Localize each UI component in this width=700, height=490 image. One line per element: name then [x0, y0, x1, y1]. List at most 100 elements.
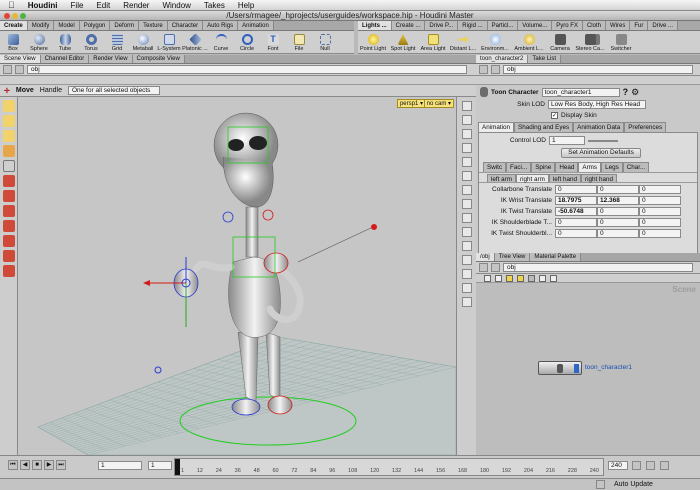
- tab-shading-eyes[interactable]: Shading and Eyes: [514, 122, 574, 132]
- shading-mode-icon[interactable]: [461, 115, 472, 125]
- environment-light-tool[interactable]: Environm...: [478, 31, 512, 53]
- tab-toon-character2[interactable]: toon_character2: [476, 55, 529, 63]
- tab-animation[interactable]: Animation: [478, 122, 515, 132]
- circle-tool[interactable]: Circle: [234, 31, 260, 53]
- display-points-icon[interactable]: [461, 143, 472, 153]
- shelf-tab-particles[interactable]: Particl...: [487, 21, 519, 30]
- tab-composite-view[interactable]: Composite View: [132, 55, 185, 63]
- magnet-tool-icon[interactable]: [2, 265, 15, 277]
- grid-toggle-icon[interactable]: [461, 269, 472, 279]
- shelf-tab-drive-p[interactable]: Drive P...: [425, 21, 459, 30]
- menu-window[interactable]: Window: [162, 1, 190, 10]
- tab-left-hand[interactable]: left hand: [548, 174, 582, 183]
- param-back-icon[interactable]: [479, 65, 488, 74]
- net-back-icon[interactable]: [479, 263, 488, 272]
- network-sticky-icon[interactable]: [550, 274, 557, 282]
- lock-camera-icon[interactable]: [461, 101, 472, 111]
- timeline-options-icon[interactable]: [632, 461, 641, 470]
- tab-arms[interactable]: Arms: [578, 162, 602, 172]
- pose-tool-icon[interactable]: [2, 220, 15, 232]
- skin-lod-select[interactable]: Low Res Body, High Res Head: [548, 100, 646, 109]
- control-lod-field[interactable]: 1: [549, 136, 585, 145]
- menu-edit[interactable]: Edit: [96, 1, 110, 10]
- shelf-tab-create[interactable]: Create: [0, 21, 28, 30]
- menu-takes[interactable]: Takes: [204, 1, 225, 10]
- shelf-tab-auto-rigs[interactable]: Auto Rigs: [203, 21, 239, 30]
- param-forward-icon[interactable]: [491, 65, 500, 74]
- update-mode-icon[interactable]: [596, 480, 605, 489]
- templates-icon[interactable]: [461, 241, 472, 251]
- display-primnums-icon[interactable]: [461, 185, 472, 195]
- rotate-tool-icon[interactable]: [2, 190, 15, 202]
- geo-select-icon[interactable]: [2, 130, 15, 142]
- tab-switches[interactable]: Switc: [483, 162, 507, 172]
- shelf-tab-wires[interactable]: Wires: [605, 21, 631, 30]
- tab-render-view[interactable]: Render View: [89, 55, 133, 63]
- network-bypass-icon[interactable]: [528, 274, 535, 282]
- shelf-tab-pyro[interactable]: Pyro FX: [552, 21, 583, 30]
- tab-left-arm[interactable]: left arm: [487, 174, 516, 183]
- display-normals-icon[interactable]: [461, 157, 472, 167]
- minimize-window-button[interactable]: [12, 13, 18, 19]
- gear-icon[interactable]: ⚙: [631, 87, 639, 98]
- handle-mode-select[interactable]: One for all selected objects: [67, 86, 160, 95]
- shelf-tab-animation[interactable]: Animation: [238, 21, 274, 30]
- help-icon[interactable]: ?: [623, 87, 629, 97]
- object-select-icon[interactable]: [2, 115, 15, 127]
- play-icon[interactable]: ▶: [44, 460, 54, 470]
- end-frame-icon[interactable]: ⏭: [56, 460, 66, 470]
- step-back-icon[interactable]: ◀: [20, 460, 30, 470]
- shelf-tab-modify[interactable]: Modify: [27, 21, 55, 30]
- tab-obj-network[interactable]: /obj: [476, 253, 495, 261]
- tab-character[interactable]: Char...: [622, 162, 650, 172]
- keyframe-icon[interactable]: [646, 461, 655, 470]
- backface-icon[interactable]: [461, 283, 472, 293]
- network-flag-icon[interactable]: [506, 274, 513, 282]
- ground-locator[interactable]: [154, 366, 162, 374]
- tab-right-arm[interactable]: right arm: [516, 174, 549, 183]
- view-tool-icon[interactable]: [2, 160, 15, 172]
- zoom-window-button[interactable]: [20, 13, 26, 19]
- wireframe-icon[interactable]: [461, 129, 472, 139]
- display-uvs-icon[interactable]: [461, 213, 472, 223]
- network-editor[interactable]: Scene toon_character1: [476, 283, 700, 455]
- network-grid-icon[interactable]: [495, 274, 502, 282]
- shelf-tab-polygon[interactable]: Polygon: [79, 21, 111, 30]
- shelf-tab-rigid[interactable]: Rigid ...: [458, 21, 488, 30]
- display-hulls-icon[interactable]: [461, 171, 472, 181]
- node-name-field[interactable]: toon_character1: [541, 87, 620, 97]
- network-path-field[interactable]: obj: [503, 263, 693, 272]
- ambient-light-tool[interactable]: Ambient L...: [512, 31, 546, 53]
- cam-menu[interactable]: no cam ▾: [423, 99, 454, 108]
- shelf-tab-volume[interactable]: Volume...: [518, 21, 553, 30]
- tab-animation-data[interactable]: Animation Data: [573, 122, 625, 132]
- tube-tool[interactable]: Tube: [52, 31, 78, 53]
- set-animation-defaults-button[interactable]: Set Animation Defaults: [561, 147, 641, 158]
- current-frame-field[interactable]: 1: [98, 461, 142, 470]
- visualizer-icon[interactable]: [461, 297, 472, 307]
- null-tool[interactable]: Null: [312, 31, 338, 53]
- platonic-tool[interactable]: Platonic ...: [182, 31, 208, 53]
- snap-tool-icon[interactable]: [2, 250, 15, 262]
- control-lod-slider[interactable]: [588, 139, 618, 142]
- shelf-tab-character[interactable]: Character: [167, 21, 204, 30]
- forward-icon[interactable]: [15, 65, 24, 74]
- box-tool[interactable]: Box: [0, 31, 26, 53]
- start-frame-field[interactable]: 1: [148, 461, 172, 470]
- bone-select-icon[interactable]: [2, 145, 15, 157]
- network-check-icon[interactable]: [517, 274, 524, 282]
- shelf-tab-deform[interactable]: Deform: [110, 21, 140, 30]
- tab-scene-view[interactable]: Scene View: [0, 55, 41, 63]
- tab-facial[interactable]: Faci...: [506, 162, 532, 172]
- network-list-icon[interactable]: [484, 274, 491, 282]
- metaball-tool[interactable]: Metaball: [130, 31, 156, 53]
- parameter-path-field[interactable]: obj: [503, 65, 693, 74]
- move-tool-button[interactable]: [2, 175, 15, 187]
- shelf-tab-lights[interactable]: Lights ...: [358, 21, 392, 30]
- area-light-tool[interactable]: Area Light: [418, 31, 448, 53]
- stop-icon[interactable]: ■: [32, 460, 42, 470]
- ik-pole-target[interactable]: [371, 224, 377, 230]
- shelf-tab-texture[interactable]: Texture: [139, 21, 168, 30]
- menu-file[interactable]: File: [71, 1, 84, 10]
- file-tool[interactable]: File: [286, 31, 312, 53]
